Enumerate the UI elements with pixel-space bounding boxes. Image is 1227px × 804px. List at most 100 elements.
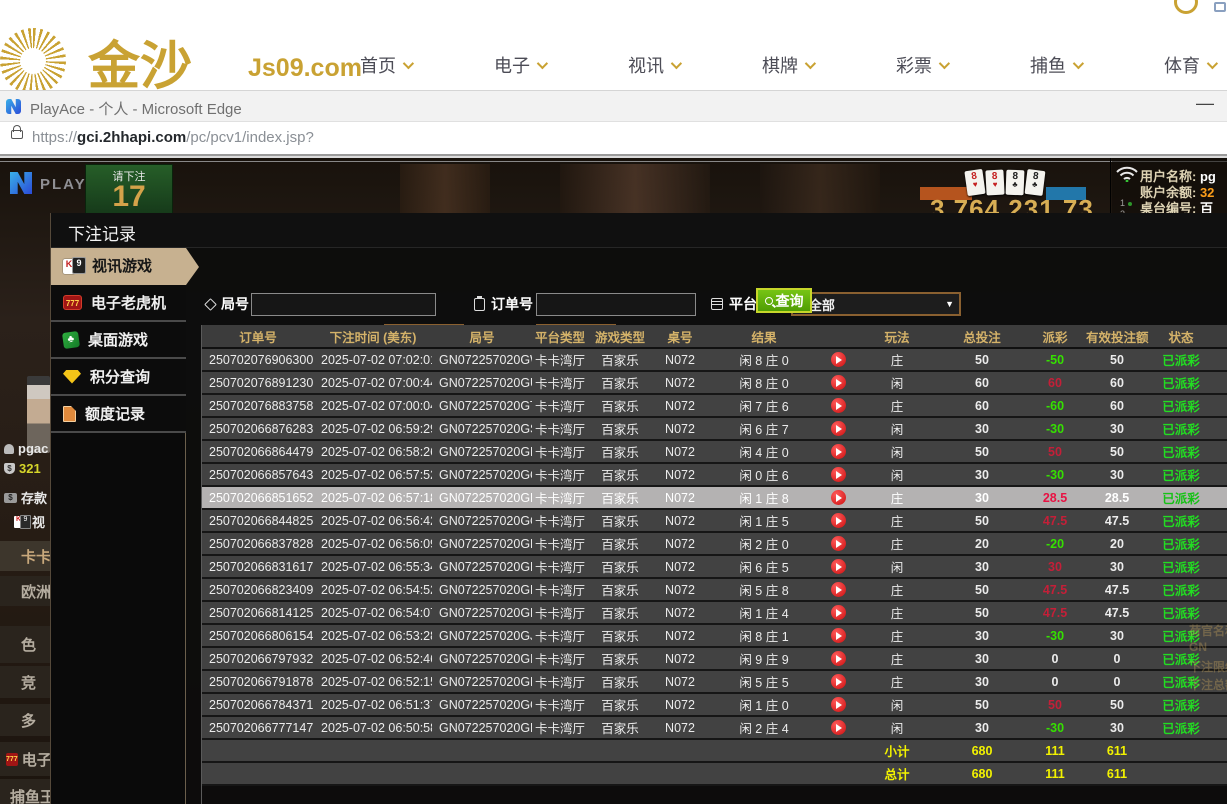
table-row[interactable]: 2507020668061542025-07-02 06:53:28GN0722… [202, 624, 1227, 647]
main-nav: 首页 电子 视讯 棋牌 彩票 捕鱼 体育 [360, 52, 1215, 78]
table-row[interactable]: 2507020668644792025-07-02 06:58:26GN0722… [202, 440, 1227, 463]
play-replay-button[interactable] [831, 375, 846, 390]
table-row[interactable]: 2507020668141252025-07-02 06:54:07GN0722… [202, 601, 1227, 624]
sidebar-item-电子老虎机[interactable]: 777电子老虎机 [51, 285, 186, 322]
cell-replay [820, 394, 856, 417]
table-row[interactable]: 2507020668576432025-07-02 06:57:52GN0722… [202, 463, 1227, 486]
nav-item-棋牌[interactable]: 棋牌 [762, 52, 813, 78]
column-header: 游戏类型 [588, 325, 652, 348]
sidebar-item-桌面游戏[interactable]: ♣桌面游戏 [51, 322, 186, 359]
cell-empty [314, 739, 432, 762]
nav-item-电子[interactable]: 电子 [494, 52, 545, 78]
nav-item-彩票[interactable]: 彩票 [896, 52, 947, 78]
table-row[interactable]: 2507020668516522025-07-02 06:57:18GN0722… [202, 486, 1227, 509]
lobby-item-欧洲[interactable]: 欧洲 [0, 576, 50, 606]
cell-table_no: N072 [652, 670, 708, 693]
lobby-item-色[interactable]: 色 [0, 626, 50, 663]
column-header: 玩法 [856, 325, 938, 348]
cell-bet_on: 闲 [856, 463, 938, 486]
chevron-down-icon [939, 58, 950, 69]
url-bar[interactable]: https://gci.2hhapi.com/pc/pcv1/index.jsp… [0, 122, 1227, 156]
table-row[interactable]: 2507020668316172025-07-02 06:55:34GN0722… [202, 555, 1227, 578]
play-replay-button[interactable] [831, 605, 846, 620]
search-button[interactable]: 查询 [756, 288, 812, 313]
platform-select[interactable]: 1.全部▼ [791, 292, 961, 316]
table-row[interactable]: 2507020668762832025-07-02 06:59:29GN0722… [202, 417, 1227, 440]
table-row[interactable]: 2507020768912302025-07-02 07:00:44GN0722… [202, 371, 1227, 394]
divider [1110, 158, 1111, 215]
table-row[interactable]: 2507020668448252025-07-02 06:56:42GN0722… [202, 509, 1227, 532]
table-row[interactable]: 2507020667979322025-07-02 06:52:46GN0722… [202, 647, 1227, 670]
play-replay-button[interactable] [831, 697, 846, 712]
cell-order_id: 250702066797932 [202, 647, 314, 670]
play-replay-button[interactable] [831, 444, 846, 459]
cell-replay [820, 486, 856, 509]
lobby-item-卡卡[interactable]: 卡卡 [0, 541, 50, 571]
cell-game_type: 百家乐 [588, 601, 652, 624]
sidebar-item-额度记录[interactable]: 额度记录 [51, 396, 186, 433]
play-replay-button[interactable] [831, 720, 846, 735]
table-row[interactable]: 2507020667843712025-07-02 06:51:37GN0722… [202, 693, 1227, 716]
corner-window-icon[interactable] [1214, 2, 1226, 12]
cell-result: 闲 5 庄 5 [708, 670, 820, 693]
sidebar-item-积分查询[interactable]: 积分查询 [51, 359, 186, 396]
play-replay-button[interactable] [831, 421, 846, 436]
lobby-item-多[interactable]: 多 [0, 704, 50, 736]
playace-logo-icon [10, 172, 32, 194]
sidebar-item-视讯游戏[interactable]: 视讯游戏 [51, 248, 186, 285]
sidebar-item-label: 桌面游戏 [88, 329, 148, 350]
cell-payout: 28.5 [1026, 486, 1084, 509]
url-host: gci.2hhapi.com [77, 129, 186, 146]
lobby-item-竞[interactable]: 竞 [0, 666, 50, 698]
nav-item-体育[interactable]: 体育 [1164, 52, 1215, 78]
play-replay-button[interactable] [831, 559, 846, 574]
video-tab-row[interactable]: 视 [0, 512, 50, 531]
cell-game_type: 百家乐 [588, 371, 652, 394]
cell-platform: 卡卡湾厅 [532, 532, 588, 555]
cell-bet_time: 2025-07-02 06:58:26 [314, 440, 432, 463]
play-replay-button[interactable] [831, 628, 846, 643]
order-input[interactable] [536, 293, 696, 316]
deposit-row[interactable]: $存款 [0, 488, 50, 507]
service-badge-icon[interactable] [1174, 0, 1198, 14]
play-replay-button[interactable] [831, 536, 846, 551]
play-replay-button[interactable] [831, 490, 846, 505]
wifi-icon [1116, 166, 1138, 182]
play-replay-button[interactable] [831, 513, 846, 528]
cell-valid_bet: 50 [1084, 440, 1150, 463]
nav-item-视讯[interactable]: 视讯 [628, 52, 679, 78]
cell-round_id: GN072257020GH [432, 670, 532, 693]
cell-status: 已派彩 [1150, 440, 1212, 463]
minimize-button[interactable]: — [1196, 93, 1214, 114]
cell-total_bet: 30 [938, 417, 1026, 440]
cell-total_bet: 50 [938, 693, 1026, 716]
cell-result: 闲 8 庄 1 [708, 624, 820, 647]
play-replay-button[interactable] [831, 651, 846, 666]
cell-platform: 卡卡湾厅 [532, 509, 588, 532]
table-row[interactable]: 2507020667771472025-07-02 06:50:58GN0722… [202, 716, 1227, 739]
table-row[interactable]: 2507020768837582025-07-02 07:00:04GN0722… [202, 394, 1227, 417]
table-row[interactable]: 2507020667918782025-07-02 06:52:15GN0722… [202, 670, 1227, 693]
table-row[interactable]: 2507020668378282025-07-02 06:56:09GN0722… [202, 532, 1227, 555]
cell-round_id: GN072257020GO [432, 509, 532, 532]
play-replay-button[interactable] [831, 674, 846, 689]
cell-order_id: 250702076883758 [202, 394, 314, 417]
table-row[interactable]: 2507020668234092025-07-02 06:54:52GN0722… [202, 578, 1227, 601]
play-replay-button[interactable] [831, 398, 846, 413]
lobby-item-捕鱼王[interactable]: 捕鱼王 [0, 779, 50, 804]
lobby-item-电子游戏[interactable]: 777电子游戏 [0, 742, 50, 776]
table-row[interactable]: 2507020769063002025-07-02 07:02:01GN0722… [202, 348, 1227, 371]
nav-item-首页[interactable]: 首页 [360, 52, 411, 78]
playing-card: 8♥ [985, 170, 1004, 196]
play-replay-button[interactable] [831, 352, 846, 367]
play-replay-button[interactable] [831, 467, 846, 482]
cell-empty [432, 739, 532, 762]
url-text[interactable]: https://gci.2hhapi.com/pc/pcv1/index.jsp… [32, 129, 314, 146]
cell-table_no: N072 [652, 463, 708, 486]
round-input[interactable] [251, 293, 436, 316]
lobby-left-strip: pgac $321 $存款 视 卡卡欧洲色竞多777电子游戏捕鱼王 [0, 314, 50, 804]
nav-item-捕鱼[interactable]: 捕鱼 [1030, 52, 1081, 78]
play-replay-button[interactable] [831, 582, 846, 597]
cell-bet_time: 2025-07-02 07:00:44 [314, 371, 432, 394]
cell-payout: 47.5 [1026, 601, 1084, 624]
